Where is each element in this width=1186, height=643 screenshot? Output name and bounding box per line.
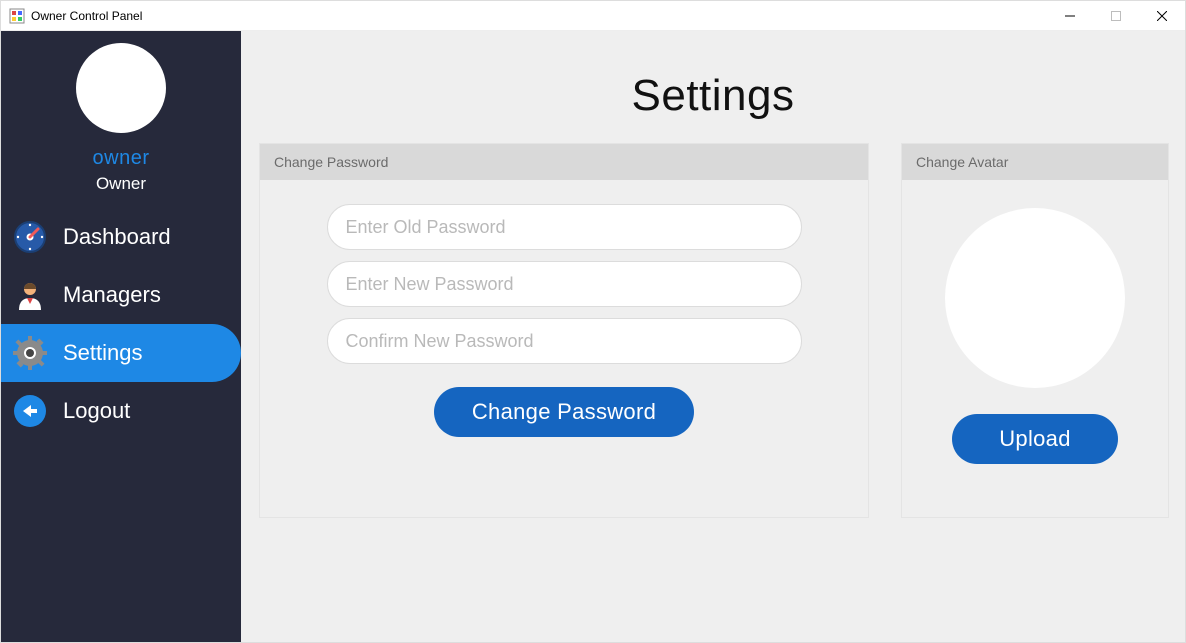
avatar-preview [945, 208, 1125, 388]
sidebar-item-settings[interactable]: Settings [1, 324, 241, 382]
sidebar: owner Owner [1, 31, 241, 642]
managers-icon [11, 276, 49, 314]
window-controls [1047, 1, 1185, 31]
change-avatar-header: Change Avatar [902, 144, 1168, 180]
panels-row: Change Password Change Password Change A… [241, 121, 1185, 518]
new-password-input[interactable] [327, 261, 802, 307]
maximize-button [1093, 1, 1139, 31]
sidebar-username: owner [93, 147, 150, 170]
minimize-button[interactable] [1047, 1, 1093, 31]
sidebar-item-logout[interactable]: Logout [1, 382, 241, 440]
sidebar-item-label: Dashboard [63, 224, 171, 250]
main-content: Settings Change Password Change Password… [241, 31, 1185, 642]
dashboard-icon [11, 218, 49, 256]
sidebar-item-label: Logout [63, 398, 130, 424]
avatar [76, 43, 166, 133]
logout-icon [11, 392, 49, 430]
app-icon [9, 8, 25, 24]
sidebar-item-label: Settings [63, 340, 143, 366]
sidebar-item-managers[interactable]: Managers [1, 266, 241, 324]
app-window: Owner Control Panel owner Owner [0, 0, 1186, 643]
sidebar-profile: owner Owner [1, 31, 241, 194]
change-password-button[interactable]: Change Password [434, 387, 694, 437]
upload-button[interactable]: Upload [952, 414, 1118, 464]
titlebar: Owner Control Panel [1, 1, 1185, 31]
page-title: Settings [241, 71, 1185, 121]
window-title: Owner Control Panel [31, 9, 142, 23]
confirm-password-input[interactable] [327, 318, 802, 364]
sidebar-item-dashboard[interactable]: Dashboard [1, 208, 241, 266]
change-password-panel: Change Password Change Password [259, 143, 869, 518]
settings-icon [11, 334, 49, 372]
old-password-input[interactable] [327, 204, 802, 250]
change-avatar-panel: Change Avatar Upload [901, 143, 1169, 518]
sidebar-role: Owner [96, 174, 146, 194]
change-password-header: Change Password [260, 144, 868, 180]
sidebar-item-label: Managers [63, 282, 161, 308]
close-button[interactable] [1139, 1, 1185, 31]
sidebar-nav: Dashboard Managers [1, 208, 241, 440]
